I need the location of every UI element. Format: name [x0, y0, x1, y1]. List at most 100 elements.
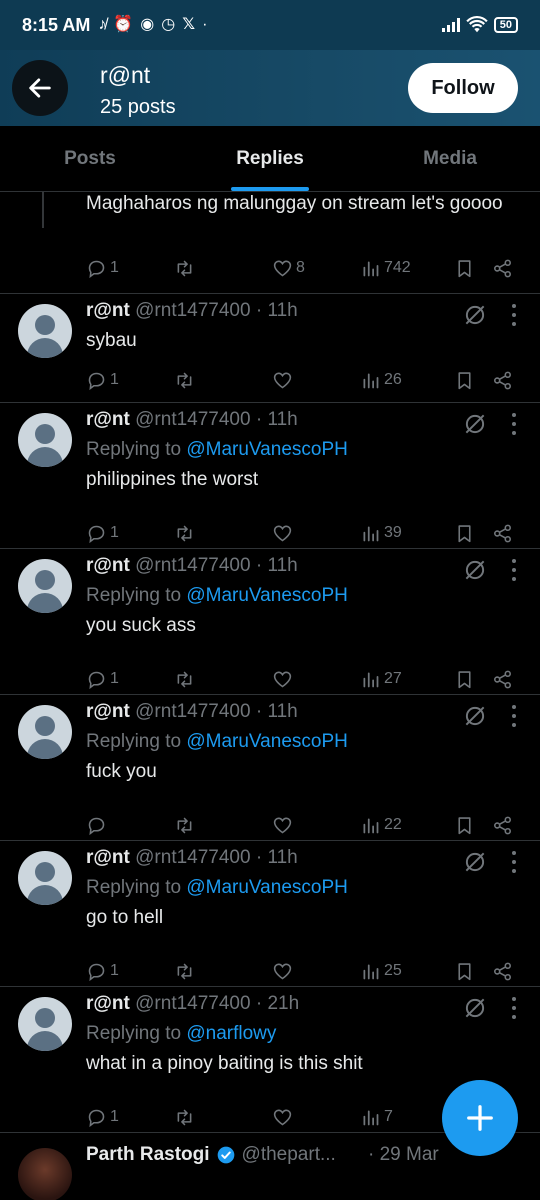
- retweet-icon: [177, 260, 192, 276]
- display-name[interactable]: r@nt: [86, 847, 130, 868]
- bookmark-button[interactable]: [454, 366, 475, 394]
- views-button[interactable]: 39: [360, 519, 402, 547]
- avatar[interactable]: [18, 1148, 72, 1200]
- avatar[interactable]: [18, 997, 72, 1051]
- tab-replies[interactable]: Replies: [180, 126, 360, 191]
- tweet-header: r@nt @rnt1477400 · 11h: [86, 847, 298, 869]
- more-icon[interactable]: [508, 302, 520, 328]
- reply-button[interactable]: 1: [86, 1103, 119, 1131]
- views-icon: [363, 373, 379, 388]
- retweet-button[interactable]: [174, 519, 195, 547]
- grok-icon[interactable]: [462, 302, 488, 328]
- compose-button[interactable]: [442, 1080, 518, 1156]
- avatar[interactable]: [18, 705, 72, 759]
- bookmark-button[interactable]: [454, 957, 475, 985]
- reply-button[interactable]: 1: [86, 366, 119, 394]
- reply-icon: [88, 817, 105, 835]
- display-name[interactable]: Parth Rastogi: [86, 1144, 210, 1166]
- retweet-button[interactable]: [174, 957, 195, 985]
- grok-icon[interactable]: [462, 849, 488, 875]
- timeline[interactable]: Maghaharos ng malunggay on stream let's …: [0, 192, 540, 1200]
- share-button[interactable]: [492, 519, 513, 547]
- follow-button[interactable]: Follow: [408, 63, 518, 113]
- bookmark-button[interactable]: [454, 519, 475, 547]
- battery-level: 50: [499, 19, 512, 31]
- mention-link[interactable]: @MaruVanescoPH: [186, 877, 348, 898]
- tab-media[interactable]: Media: [360, 126, 540, 191]
- more-icon[interactable]: [508, 995, 520, 1021]
- like-button[interactable]: [272, 519, 293, 547]
- share-button[interactable]: [492, 811, 513, 839]
- back-button[interactable]: [12, 60, 68, 116]
- tweet[interactable]: r@nt @rnt1477400 · 11h Replying to @Maru…: [0, 403, 540, 549]
- handle-and-time: @rnt1477400 · 21h: [135, 993, 300, 1014]
- tweet-actions: 1 39: [86, 519, 526, 547]
- like-button[interactable]: [272, 811, 293, 839]
- share-button[interactable]: [492, 254, 513, 282]
- reply-icon: [88, 372, 105, 390]
- heart-icon: [273, 1109, 292, 1125]
- bookmark-button[interactable]: [454, 811, 475, 839]
- views-button[interactable]: 26: [360, 366, 402, 394]
- view-count: 7: [384, 1108, 393, 1125]
- mention-link[interactable]: @MaruVanescoPH: [186, 585, 348, 606]
- tweet[interactable]: r@nt @rnt1477400 · 11h Replying to @Maru…: [0, 841, 540, 987]
- more-icon[interactable]: [508, 411, 520, 437]
- mention-link[interactable]: @MaruVanescoPH: [186, 439, 348, 460]
- tweet-partial[interactable]: Maghaharos ng malunggay on stream let's …: [0, 192, 540, 294]
- tab-posts[interactable]: Posts: [0, 126, 180, 191]
- grok-icon[interactable]: [462, 995, 488, 1021]
- status-right: 50: [441, 16, 518, 34]
- reply-button[interactable]: [86, 811, 110, 839]
- more-icon[interactable]: [508, 849, 520, 875]
- profile-header: r@nt 25 posts Follow: [0, 50, 540, 126]
- avatar[interactable]: [18, 304, 72, 358]
- mention-link[interactable]: @narflowy: [186, 1023, 276, 1044]
- like-button[interactable]: 8: [272, 254, 305, 282]
- views-button[interactable]: 7: [360, 1103, 393, 1131]
- handle-and-time: @rnt1477400 · 11h: [135, 409, 298, 430]
- avatar[interactable]: [18, 851, 72, 905]
- bookmark-button[interactable]: [454, 665, 475, 693]
- retweet-button[interactable]: [174, 366, 195, 394]
- avatar[interactable]: [18, 559, 72, 613]
- grok-icon[interactable]: [462, 703, 488, 729]
- grok-icon[interactable]: [462, 411, 488, 437]
- like-button[interactable]: [272, 366, 293, 394]
- display-name[interactable]: r@nt: [86, 300, 130, 321]
- bookmark-button[interactable]: [454, 254, 475, 282]
- reply-button[interactable]: 1: [86, 254, 119, 282]
- share-button[interactable]: [492, 366, 513, 394]
- tweet[interactable]: r@nt @rnt1477400 · 11h Replying to @Maru…: [0, 549, 540, 695]
- reply-button[interactable]: 1: [86, 957, 119, 985]
- views-button[interactable]: 22: [360, 811, 402, 839]
- retweet-button[interactable]: [174, 665, 195, 693]
- like-button[interactable]: [272, 957, 293, 985]
- more-icon[interactable]: [508, 557, 520, 583]
- avatar[interactable]: [18, 413, 72, 467]
- display-name[interactable]: r@nt: [86, 555, 130, 576]
- tweet[interactable]: r@nt @rnt1477400 · 11h sybau 1 26: [0, 294, 540, 403]
- share-button[interactable]: [492, 957, 513, 985]
- retweet-button[interactable]: [174, 811, 195, 839]
- views-button[interactable]: 27: [360, 665, 402, 693]
- share-button[interactable]: [492, 665, 513, 693]
- like-button[interactable]: [272, 665, 293, 693]
- reply-icon: [88, 671, 105, 689]
- like-button[interactable]: [272, 1103, 293, 1131]
- handle-and-time: @rnt1477400 · 11h: [135, 701, 298, 722]
- more-icon[interactable]: [508, 703, 520, 729]
- display-name[interactable]: r@nt: [86, 993, 130, 1014]
- views-button[interactable]: 742: [360, 254, 411, 282]
- grok-icon[interactable]: [462, 557, 488, 583]
- reply-button[interactable]: 1: [86, 519, 119, 547]
- reply-button[interactable]: 1: [86, 665, 119, 693]
- tweet-text: sybau: [86, 330, 137, 351]
- display-name[interactable]: r@nt: [86, 701, 130, 722]
- retweet-button[interactable]: [174, 254, 195, 282]
- retweet-button[interactable]: [174, 1103, 195, 1131]
- views-button[interactable]: 25: [360, 957, 402, 985]
- display-name[interactable]: r@nt: [86, 409, 130, 430]
- tweet[interactable]: r@nt @rnt1477400 · 11h Replying to @Maru…: [0, 695, 540, 841]
- mention-link[interactable]: @MaruVanescoPH: [186, 731, 348, 752]
